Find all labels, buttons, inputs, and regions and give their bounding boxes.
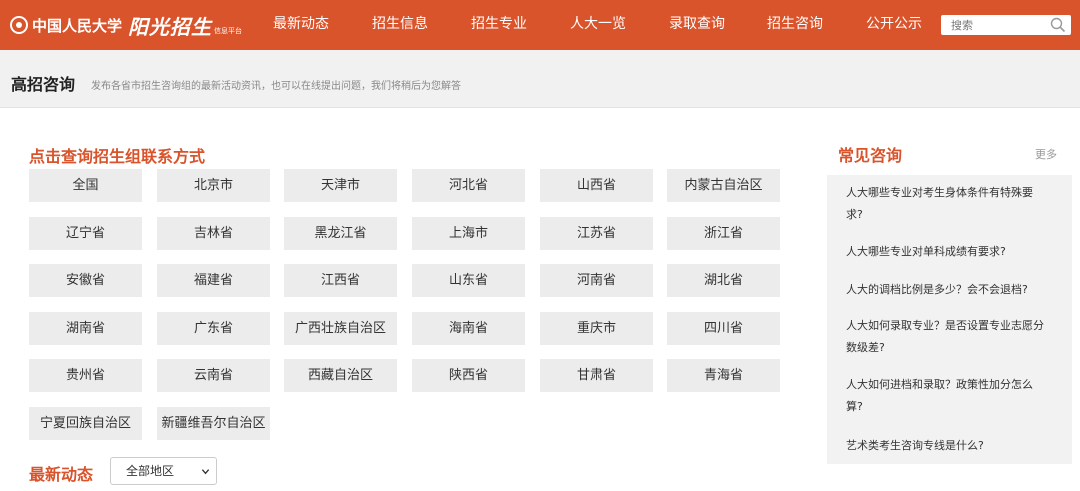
faq-list: 人大哪些专业对考生身体条件有特殊要求? 人大哪些专业对单科成绩有要求? 人大的调… [827, 175, 1072, 464]
region-button[interactable]: 青海省 [667, 359, 780, 392]
search-input[interactable] [941, 15, 1049, 35]
region-button[interactable]: 广西壮族自治区 [284, 312, 397, 345]
search-icon[interactable] [1050, 17, 1066, 33]
region-button[interactable]: 江苏省 [540, 217, 653, 250]
nav-item-results-query[interactable]: 录取查询 [669, 0, 725, 50]
region-button[interactable]: 宁夏回族自治区 [29, 407, 142, 440]
region-button[interactable]: 云南省 [157, 359, 270, 392]
region-button[interactable]: 吉林省 [157, 217, 270, 250]
region-button[interactable]: 湖南省 [29, 312, 142, 345]
logo-university-name: 中国人民大学 [32, 16, 123, 35]
faq-item[interactable]: 人大的调档比例是多少？会不会退档? [846, 279, 1046, 301]
region-button[interactable]: 北京市 [157, 169, 270, 202]
news-section-title: 最新动态 [29, 465, 94, 484]
logo-brand-text: 阳光招生 [128, 14, 213, 39]
university-seal-icon [10, 16, 28, 34]
region-button[interactable]: 天津市 [284, 169, 397, 202]
faq-more-link[interactable]: 更多 [1035, 146, 1057, 162]
page-description: 发布各省市招生咨询组的最新活动资讯，也可以在线提出问题，我们将稍后为您解答 [91, 81, 461, 92]
faq-item[interactable]: 艺术类考生咨询专线是什么? [846, 435, 1046, 457]
nav-item-public-notice[interactable]: 公开公示 [866, 0, 922, 50]
logo-subtitle: 信息平台 [214, 27, 243, 35]
region-button[interactable]: 福建省 [157, 264, 270, 297]
nav-item-consulting[interactable]: 招生咨询 [767, 0, 823, 50]
region-filter-value: 全部地区 [126, 464, 175, 478]
region-button[interactable]: 河北省 [412, 169, 525, 202]
nav-item-majors[interactable]: 招生专业 [471, 0, 527, 50]
region-button[interactable]: 贵州省 [29, 359, 142, 392]
region-button[interactable]: 安徽省 [29, 264, 142, 297]
site-logo[interactable]: 中国人民大学 阳光招生 信息平台 [10, 8, 242, 42]
faq-item[interactable]: 人大如何进档和录取？政策性加分怎么算? [846, 374, 1046, 418]
region-button[interactable]: 江西省 [284, 264, 397, 297]
nav-item-about[interactable]: 人大一览 [570, 0, 626, 50]
faq-item[interactable]: 人大哪些专业对单科成绩有要求? [846, 241, 1046, 263]
region-button[interactable]: 湖北省 [667, 264, 780, 297]
region-button[interactable]: 海南省 [412, 312, 525, 345]
region-button[interactable]: 重庆市 [540, 312, 653, 345]
region-button[interactable]: 广东省 [157, 312, 270, 345]
search-box [941, 15, 1071, 35]
region-button[interactable]: 黑龙江省 [284, 217, 397, 250]
region-button[interactable]: 山东省 [412, 264, 525, 297]
nav-item-admission-info[interactable]: 招生信息 [372, 0, 428, 50]
chevron-down-icon [201, 469, 210, 475]
faq-title: 常见咨询 [838, 146, 903, 165]
region-button[interactable]: 上海市 [412, 217, 525, 250]
region-button[interactable]: 新疆维吾尔自治区 [157, 407, 270, 440]
region-button[interactable]: 辽宁省 [29, 217, 142, 250]
contact-section-title: 点击查询招生组联系方式 [29, 147, 206, 166]
nav-item-latest-news[interactable]: 最新动态 [273, 0, 329, 50]
region-button[interactable]: 全国 [29, 169, 142, 202]
region-button[interactable]: 河南省 [540, 264, 653, 297]
page-header: 高招咨询 发布各省市招生咨询组的最新活动资讯，也可以在线提出问题，我们将稍后为您… [0, 50, 1080, 108]
page-title: 高招咨询 [11, 75, 76, 94]
region-button[interactable]: 陕西省 [412, 359, 525, 392]
region-button[interactable]: 内蒙古自治区 [667, 169, 780, 202]
region-button[interactable]: 浙江省 [667, 217, 780, 250]
region-button[interactable]: 甘肃省 [540, 359, 653, 392]
region-button[interactable]: 西藏自治区 [284, 359, 397, 392]
region-filter-select[interactable]: 全部地区 [110, 457, 217, 485]
faq-item[interactable]: 人大如何录取专业？是否设置专业志愿分数级差? [846, 315, 1046, 359]
faq-item[interactable]: 人大哪些专业对考生身体条件有特殊要求? [846, 182, 1046, 226]
top-nav-bar: 中国人民大学 阳光招生 信息平台 最新动态 招生信息 招生专业 人大一览 录取查… [0, 0, 1080, 50]
region-button[interactable]: 四川省 [667, 312, 780, 345]
region-button[interactable]: 山西省 [540, 169, 653, 202]
